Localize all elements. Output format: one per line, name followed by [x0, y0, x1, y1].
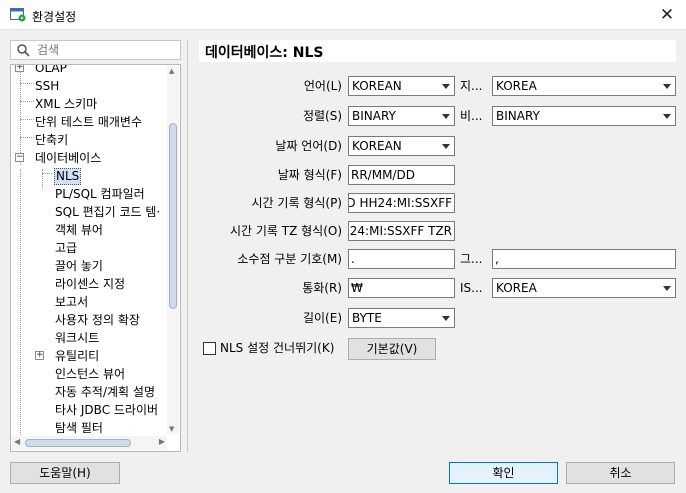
help-button[interactable]: 도움말(H) [10, 462, 120, 484]
cancel-button[interactable]: 취소 [566, 462, 675, 484]
tree-item-reports[interactable]: 보고서 [11, 293, 171, 311]
territory-select[interactable]: KOREA [492, 76, 676, 96]
tree-item-worksheet[interactable]: 워크시트 [11, 329, 171, 347]
preferences-nav: + OLAP SSH XML 스키마 단위 테스트 매개변수 단축키 − 데이터… [10, 40, 181, 452]
collapse-icon[interactable]: − [15, 153, 24, 162]
panel-header: 데이터베이스: NLS [199, 40, 676, 62]
tree-item-nls[interactable]: NLS [11, 167, 171, 185]
title-bar: 환경설정 ✕ [0, 0, 686, 30]
comparison-select[interactable]: BINARY [492, 106, 676, 126]
tree-item-drag-drop[interactable]: 끌어 놓기 [11, 257, 171, 275]
tree-item-third-party-jdbc[interactable]: 타사 JDBC 드라이버 [11, 401, 171, 419]
default-button[interactable]: 기본값(V) [348, 338, 436, 360]
group-separator-field[interactable]: , [492, 249, 676, 269]
chevron-down-icon [663, 286, 671, 291]
app-icon [10, 8, 26, 22]
timestamp-format-label: 시간 기록 형식(P) [251, 196, 342, 210]
tree-item-user-defined-extensions[interactable]: 사용자 정의 확장 [11, 311, 171, 329]
chevron-down-icon [442, 84, 450, 89]
scroll-thumb[interactable] [169, 123, 177, 309]
preferences-tree: + OLAP SSH XML 스키마 단위 테스트 매개변수 단축키 − 데이터… [10, 64, 181, 452]
sort-label: 정렬(S) [302, 109, 342, 123]
tree-item-advanced[interactable]: 고급 [11, 239, 171, 257]
search-input[interactable] [37, 42, 177, 58]
vertical-scrollbar[interactable]: ▲ ▼ [167, 66, 179, 434]
length-label: 길이(E) [302, 311, 342, 325]
sort-select[interactable]: BINARY [348, 106, 455, 126]
tree-item-sql-editor-templates[interactable]: SQL 편집기 코드 템· [11, 203, 171, 221]
language-select[interactable]: KOREAN [348, 76, 455, 96]
chevron-down-icon [442, 114, 450, 119]
expand-icon[interactable]: + [15, 65, 24, 72]
decimal-separator-field[interactable]: . [348, 249, 455, 269]
date-format-label: 날짜 형식(F) [277, 168, 342, 182]
scroll-left-icon[interactable]: ◀ [14, 437, 20, 446]
search-icon [17, 44, 30, 57]
horizontal-scrollbar[interactable]: ◀ ▶ [12, 436, 167, 450]
currency-label: 통화(R) [302, 281, 342, 295]
chevron-down-icon [442, 144, 450, 149]
tree-item-database[interactable]: − 데이터베이스 [11, 149, 171, 167]
iso-currency-select[interactable]: KOREA [492, 278, 676, 298]
iso-currency-label: IS... [460, 281, 483, 295]
scroll-up-icon[interactable]: ▲ [169, 67, 174, 75]
tree-item-ssh[interactable]: SSH [11, 77, 171, 95]
expand-icon[interactable]: + [35, 351, 44, 360]
chevron-down-icon [663, 84, 671, 89]
scroll-thumb[interactable] [25, 439, 131, 447]
tree-item-plsql-compiler[interactable]: PL/SQL 컴파일러 [11, 185, 171, 203]
chevron-down-icon [442, 316, 450, 321]
tree-item-unit-test-params[interactable]: 단위 테스트 매개변수 [11, 113, 171, 131]
tree-item-navigation-filter[interactable]: 탐색 필터 [11, 419, 171, 437]
date-language-select[interactable]: KOREAN [348, 136, 455, 156]
skip-nls-checkbox[interactable] [203, 342, 216, 355]
tree-item-licensing[interactable]: 라이센스 지정 [11, 275, 171, 293]
tree-item-utilities[interactable]: + 유틸리티 [11, 347, 171, 365]
skip-nls-label[interactable]: NLS 설정 건너뛰기(K) [220, 339, 334, 357]
comparison-label: 비... [460, 109, 483, 123]
timestamp-tz-format-label: 시간 기록 TZ 형식(O) [229, 224, 342, 238]
date-format-field[interactable]: RR/MM/DD [348, 165, 455, 185]
search-box[interactable] [10, 40, 181, 60]
tree-item-shortcuts[interactable]: 단축키 [11, 131, 171, 149]
date-language-label: 날짜 언어(D) [275, 139, 342, 153]
panel-title: 데이터베이스: NLS [205, 45, 324, 61]
close-icon[interactable]: ✕ [654, 3, 680, 27]
tree-item-instance-viewer[interactable]: 인스턴스 뷰어 [11, 365, 171, 383]
language-label: 언어(L) [303, 79, 342, 93]
length-select[interactable]: BYTE [348, 308, 455, 328]
decimal-separator-label: 소수점 구분 기호(M) [237, 252, 342, 266]
currency-field[interactable]: ₩ [348, 278, 455, 298]
tree-item-autotrace-explain[interactable]: 자동 추적/계획 설명 [11, 383, 171, 401]
group-separator-label: 그... [460, 252, 483, 266]
territory-label: 지... [460, 79, 483, 93]
scroll-down-icon[interactable]: ▼ [169, 425, 174, 433]
tree-item-olap[interactable]: + OLAP [11, 65, 171, 77]
tree-item-object-viewer[interactable]: 객체 뷰어 [11, 221, 171, 239]
timestamp-tz-format-field[interactable]: I24:MI:SSXFF TZR [348, 221, 455, 241]
tree-item-xml-schema[interactable]: XML 스키마 [11, 95, 171, 113]
scroll-right-icon[interactable]: ▶ [159, 437, 165, 446]
timestamp-format-field[interactable]: D HH24:MI:SSXFF [348, 193, 455, 213]
panel-splitter[interactable] [187, 40, 188, 452]
window-title: 환경설정 [32, 10, 77, 24]
chevron-down-icon [663, 114, 671, 119]
ok-button[interactable]: 확인 [449, 462, 558, 484]
